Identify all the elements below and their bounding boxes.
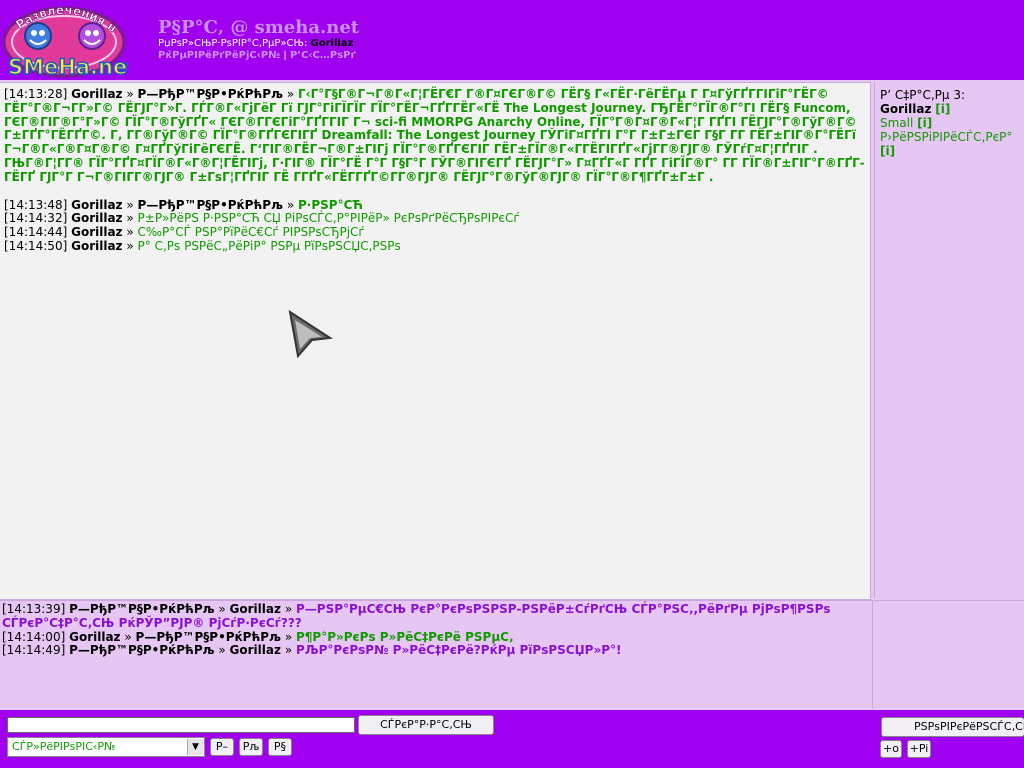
- message-separator: »: [218, 643, 226, 658]
- message-text: РЉР°РєРѕР№ Р»РёС‡РєРё?РќРµ РїРѕРЅСЏР»Р°!: [295, 643, 622, 658]
- logo-text-bottom: SMeHa.net: [8, 55, 128, 78]
- settings-button[interactable]: РЅРѕРІРєРёРЅСЃС‚СЊ: [881, 717, 1024, 737]
- chat-message: [14:14:50] Gorillaz » Р° С‚Рѕ РЅРёС„РёРі…: [4, 238, 866, 254]
- message-time: [14:14:49]: [2, 643, 66, 658]
- message-time: [14:14:44]: [4, 225, 68, 240]
- main-chat-panel[interactable]: [14:13:28] Gorillaz » Р—РђР™Р§Р•РќРћРљ »…: [0, 82, 871, 600]
- site-title: Р§Р°С‚ @ smeha.net: [158, 17, 360, 38]
- message-author[interactable]: Gorillaz: [69, 630, 120, 644]
- message-recipient[interactable]: Р—РђР™Р§Р•РќРћРљ: [138, 198, 283, 212]
- message-author[interactable]: Gorillaz: [71, 198, 122, 212]
- user-list-panel: Р’ С‡Р°С‚Рµ 3: Gorillaz [i] Small [i] Р›…: [874, 82, 1024, 598]
- message-separator: »: [126, 197, 134, 212]
- logo-graphic: Развлечения на SMeHa.net: [0, 0, 138, 80]
- message-separator: »: [218, 602, 226, 616]
- message-separator: »: [126, 87, 134, 101]
- chevron-down-icon[interactable]: ▼: [187, 739, 203, 755]
- message-separator: »: [284, 643, 293, 658]
- message-time: [14:14:00]: [2, 629, 66, 644]
- message-separator: »: [126, 225, 134, 240]
- user-name[interactable]: Р›РёРЅРіРІРёСЃС‚РєР°: [880, 130, 1012, 144]
- message-time: [14:14:50]: [4, 238, 68, 253]
- mode-selected-value: СЃР»РёРІРѕРІС‹Р№: [12, 740, 116, 753]
- message-separator: »: [286, 87, 295, 101]
- header-links: РќРµРІРёРґРёРјС‹Р№ | Р’С‹С…РѕРґ: [158, 50, 356, 62]
- header-bar: Развлечения на SMeHa.net Р§Р°С‚ @ smeha.…: [0, 0, 1024, 80]
- message-separator: »: [126, 211, 134, 226]
- message-text: Р±Р»РёРЅ Р·РЅР°СЋ СЏ РіРѕСЃС‚Р°РІРёР» Рє…: [137, 211, 520, 226]
- message-recipient[interactable]: Gorillaz: [230, 602, 281, 616]
- message-author[interactable]: Gorillaz: [71, 211, 122, 225]
- invisible-link[interactable]: РќРµРІРёРґРёРјС‹Р№: [158, 50, 280, 61]
- user-count-heading: Р’ С‡Р°С‚Рµ 3:: [880, 88, 966, 102]
- message-text: С‰Р°СЃ РЅР°РїРёС€Сѓ РІРЅРѕСЂРјСѓ: [137, 225, 365, 240]
- plus-pi-button[interactable]: +Pi: [907, 740, 931, 758]
- message-time: [14:14:32]: [4, 211, 68, 226]
- message-separator: »: [284, 629, 293, 644]
- user-name[interactable]: Small: [880, 116, 913, 130]
- format-bold-button[interactable]: Р–: [210, 738, 234, 756]
- user-line: РџРѕР»СЊР·РѕРІР°С‚РµР»СЊ: Gorillaz: [158, 38, 353, 50]
- plus-o-button[interactable]: +o: [880, 740, 902, 758]
- send-button[interactable]: СЃРєР°Р·Р°С‚СЊ: [358, 715, 494, 735]
- private-message: [14:14:00] Gorillaz » Р—РђР™Р§Р•РќРћРљ »…: [2, 629, 872, 645]
- message-text: Г‹Г°Г§Г®Г¬Г®Г«Г¦ГЁГ€Г Г®Г¤ГЄГ®Г© ГЁГ§ Г«…: [4, 87, 865, 184]
- message-author[interactable]: Gorillaz: [71, 239, 122, 253]
- message-time: [14:13:39]: [2, 602, 66, 616]
- mouse-cursor-icon: [288, 310, 333, 358]
- message-author[interactable]: Gorillaz: [71, 225, 122, 239]
- link-separator: |: [283, 50, 287, 61]
- format-color-button[interactable]: Р§: [268, 738, 292, 756]
- format-italic-button[interactable]: Рљ: [239, 738, 263, 756]
- private-message: [14:13:39] Р—РђР™Р§Р•РќРћРљ » Gorillaz »…: [2, 602, 872, 631]
- logout-link[interactable]: Р’С‹С…РѕРґ: [290, 50, 356, 61]
- private-message: [14:14:49] Р—РђР™Р§Р•РќРћРљ » Gorillaz »…: [2, 643, 872, 658]
- site-logo[interactable]: Развлечения на SMeHa.net: [0, 0, 138, 80]
- user-info-link[interactable]: [i]: [880, 144, 895, 158]
- message-separator: »: [124, 629, 132, 644]
- message-text: Р¶Р°Р»РєРѕ Р»РёС‡РєРё РЅРµС‚: [295, 629, 514, 644]
- chat-message: [14:13:28] Gorillaz » Р—РђР™Р§Р•РќРћРљ »…: [4, 87, 866, 185]
- message-text: Р·РЅР°СЋ: [297, 197, 363, 212]
- message-mode-select[interactable]: СЃР»РёРІРѕРІС‹Р№ ▼: [7, 737, 205, 757]
- user-list-item[interactable]: Gorillaz [i]: [880, 102, 1019, 116]
- message-recipient[interactable]: Gorillaz: [230, 643, 281, 657]
- message-separator: »: [286, 197, 295, 212]
- message-author[interactable]: Gorillaz: [71, 87, 122, 101]
- message-recipient[interactable]: Р—РђР™Р§Р•РќРћРљ: [138, 87, 283, 101]
- message-time: [14:13:28]: [4, 87, 68, 101]
- user-name[interactable]: Gorillaz: [880, 102, 931, 116]
- current-user: Gorillaz: [310, 38, 354, 49]
- message-time: [14:13:48]: [4, 197, 68, 212]
- private-chat-panel[interactable]: [14:13:39] Р—РђР™Р§Р•РќРћРљ » Gorillaz »…: [0, 600, 873, 709]
- message-separator: »: [126, 238, 134, 253]
- message-input[interactable]: [7, 717, 355, 733]
- message-author[interactable]: Р—РђР™Р§Р•РќРћРљ: [69, 643, 214, 657]
- message-text: Р° С‚Рѕ РЅРёС„РёРіР° РЅРµ РїРѕРЅСЏС‚РЅРѕ: [137, 238, 401, 253]
- message-author[interactable]: Р—РђР™Р§Р•РќРћРљ: [69, 602, 214, 616]
- private-side-panel: [874, 600, 1024, 709]
- user-info-link[interactable]: [i]: [935, 102, 950, 116]
- message-separator: »: [284, 602, 293, 616]
- user-list-item[interactable]: Small [i]: [880, 116, 1019, 130]
- user-label: РџРѕР»СЊР·РѕРІР°С‚РµР»СЊ:: [158, 38, 308, 49]
- user-list-item[interactable]: Р›РёРЅРіРІРёСЃС‚РєР° [i]: [880, 130, 1019, 158]
- chat-message: [14:14:44] Gorillaz » С‰Р°СЃ РЅР°РїРёС€С…: [4, 225, 866, 240]
- message-recipient[interactable]: Р—РђР™Р§Р•РќРћРљ: [136, 630, 281, 644]
- user-info-link[interactable]: [i]: [917, 116, 932, 130]
